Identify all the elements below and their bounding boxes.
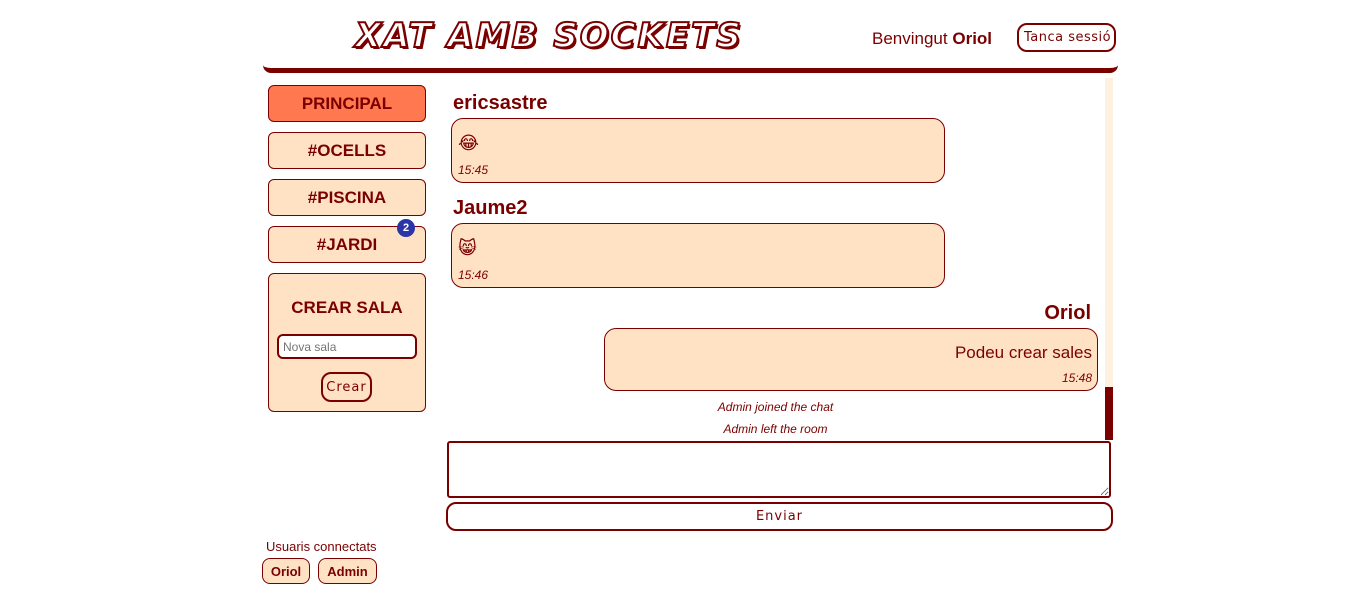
message-author: Jaume2 (453, 197, 528, 219)
app-logo: XAT AMB SOCKETS (354, 15, 743, 57)
room-label: #JARDI (316, 234, 378, 254)
header: XAT AMB SOCKETS Benvingut Oriol Tanca se… (263, 0, 1118, 73)
message-bubble: 😸 15:46 (451, 223, 945, 288)
create-room-panel: CREAR SALA Crear (268, 273, 426, 412)
room-piscina[interactable]: #PISCINA (268, 179, 426, 216)
room-ocells[interactable]: #OCELLS (268, 132, 426, 169)
message-author: ericsastre (453, 92, 548, 114)
welcome-text: Benvingut Oriol (872, 29, 992, 49)
logout-button[interactable]: Tanca sessió (1017, 23, 1116, 52)
new-room-input[interactable] (277, 334, 417, 359)
user-chip-oriol[interactable]: Oriol (262, 558, 310, 584)
scrollbar-thumb[interactable] (1105, 387, 1113, 440)
scrollbar-track[interactable] (1105, 78, 1113, 440)
welcome-prefix: Benvingut (872, 29, 948, 48)
message-input[interactable] (447, 441, 1111, 498)
connected-users-label: Usuaris connectats (266, 539, 377, 554)
message-time: 15:48 (1061, 371, 1092, 385)
room-jardi[interactable]: #JARDI 2 (268, 219, 426, 263)
message-author: Oriol (1044, 302, 1091, 324)
message-bubble: 😂 15:45 (451, 118, 945, 183)
system-message: Admin left the room (723, 422, 828, 436)
send-button[interactable]: Enviar (446, 502, 1113, 531)
system-message: Admin joined the chat (717, 400, 834, 414)
message-bubble-own: Podeu crear sales 15:48 (604, 328, 1098, 391)
create-room-title: CREAR SALA (291, 298, 403, 317)
face-with-tears-of-joy-emoji: 😂 (458, 133, 480, 154)
message-text: Podeu crear sales (954, 343, 1092, 362)
room-label: #PISCINA (307, 187, 387, 207)
message-time: 15:45 (458, 163, 489, 177)
message-time: 15:46 (458, 268, 489, 282)
room-label: PRINCIPAL (301, 93, 393, 113)
room-principal[interactable]: PRINCIPAL (268, 85, 426, 122)
chat-messages[interactable]: ericsastre 😂 15:45 Jaume2 😸 15:46 Oriol … (446, 78, 1113, 440)
unread-badge: 2 (397, 219, 415, 237)
current-username: Oriol (952, 29, 993, 48)
room-label: #OCELLS (307, 140, 387, 160)
user-chip-admin[interactable]: Admin (318, 558, 377, 584)
create-room-button[interactable]: Crear (321, 372, 372, 402)
grinning-cat-emoji: 😸 (458, 238, 477, 259)
